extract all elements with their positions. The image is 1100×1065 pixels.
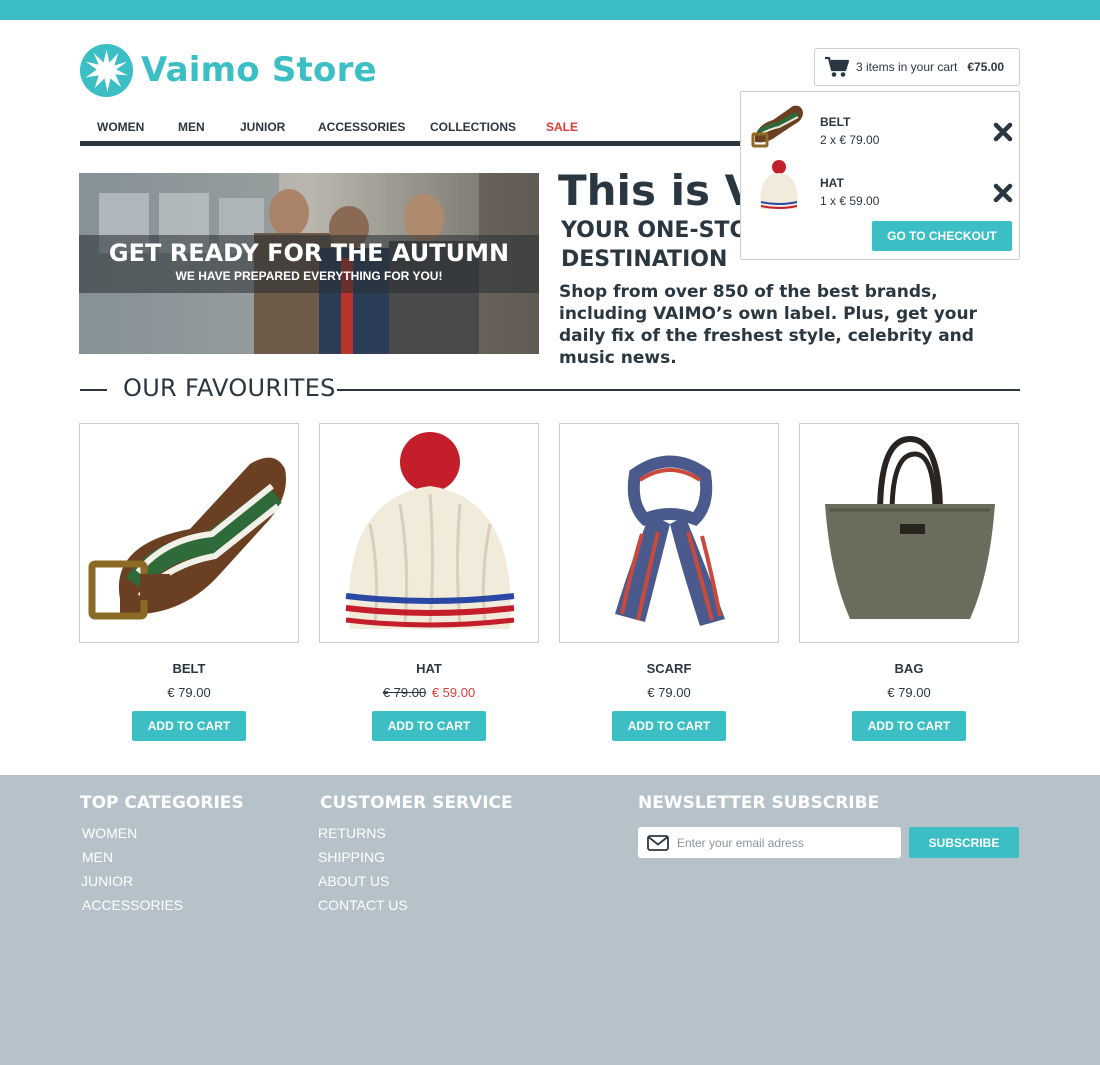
newsletter-email-field[interactable] bbox=[638, 827, 901, 858]
favourites-title: OUR FAVOURITES bbox=[123, 374, 336, 402]
newsletter-title: NEWSLETTER SUBSCRIBE bbox=[638, 793, 880, 813]
remove-item-icon[interactable] bbox=[993, 183, 1013, 203]
product-image[interactable] bbox=[799, 423, 1019, 643]
product-card: HAT € 79.00 € 59.00 ADD TO CART bbox=[319, 423, 539, 741]
nav-item-collections[interactable]: COLLECTIONS bbox=[430, 120, 516, 134]
nav-item-men[interactable]: MEN bbox=[178, 120, 205, 134]
cart-item-qty: 2 x € 79.00 bbox=[820, 133, 880, 147]
original-price: € 79.00 bbox=[382, 685, 427, 700]
belt-thumbnail bbox=[751, 105, 803, 148]
nav-item-women[interactable]: WOMEN bbox=[97, 120, 144, 134]
store-logo[interactable]: Vaimo Store bbox=[79, 42, 377, 98]
product-price: € 79.00 € 59.00 bbox=[319, 685, 539, 701]
product-card: BAG € 79.00 ADD TO CART bbox=[799, 423, 1019, 741]
nav-item-sale[interactable]: SALE bbox=[546, 120, 578, 134]
product-image[interactable] bbox=[559, 423, 779, 643]
product-price: € 79.00 bbox=[647, 685, 691, 700]
cart-total: €75.00 bbox=[967, 60, 1005, 74]
cart-summary[interactable]: 3 items in your cart €75.00 bbox=[814, 48, 1020, 86]
intro-text: Shop from over 850 of the best brands, i… bbox=[559, 282, 977, 368]
hat-image bbox=[345, 432, 515, 629]
cart-line-item: BELT 2 x € 79.00 bbox=[741, 98, 1021, 154]
cart-dropdown: BELT 2 x € 79.00 HAT 1 x € 59.00 GO TO C… bbox=[740, 91, 1020, 260]
add-to-cart-button[interactable]: ADD TO CART bbox=[852, 711, 966, 741]
product-price: € 79.00 bbox=[167, 685, 211, 700]
footer-link-accessories[interactable]: ACCESSORIES bbox=[82, 897, 183, 913]
footer-link-junior[interactable]: JUNIOR bbox=[81, 873, 133, 889]
footer-link-returns[interactable]: RETURNS bbox=[318, 825, 386, 841]
belt-image bbox=[88, 457, 286, 620]
cart-line-item: HAT 1 x € 59.00 bbox=[741, 159, 1021, 215]
site-footer: TOP CATEGORIES WOMEN MEN JUNIOR ACCESSOR… bbox=[0, 775, 1100, 1065]
product-image[interactable] bbox=[319, 423, 539, 643]
envelope-icon bbox=[647, 834, 669, 851]
top-accent-bar bbox=[0, 0, 1100, 20]
bag-image bbox=[825, 435, 995, 619]
cart-item-qty: 1 x € 59.00 bbox=[820, 194, 880, 208]
remove-item-icon[interactable] bbox=[993, 122, 1013, 142]
product-card: BELT € 79.00 ADD TO CART bbox=[79, 423, 299, 741]
scarf-image bbox=[615, 455, 725, 626]
hero-banner[interactable]: GET READY FOR THE AUTUMN WE HAVE PREPARE… bbox=[79, 173, 539, 354]
email-input[interactable] bbox=[677, 835, 897, 850]
product-image[interactable] bbox=[79, 423, 299, 643]
subscribe-button[interactable]: SUBSCRIBE bbox=[909, 827, 1019, 858]
nav-item-junior[interactable]: JUNIOR bbox=[240, 120, 285, 134]
top-categories-title: TOP CATEGORIES bbox=[80, 793, 244, 813]
sale-price: € 59.00 bbox=[431, 685, 476, 700]
footer-link-shipping[interactable]: SHIPPING bbox=[318, 849, 385, 865]
product-name[interactable]: HAT bbox=[319, 661, 539, 676]
add-to-cart-button[interactable]: ADD TO CART bbox=[132, 711, 246, 741]
cart-icon bbox=[825, 56, 849, 77]
product-name[interactable]: BELT bbox=[79, 661, 299, 676]
hat-thumbnail bbox=[760, 160, 798, 209]
product-card: SCARF € 79.00 ADD TO CART bbox=[559, 423, 779, 741]
product-name[interactable]: BAG bbox=[799, 661, 1019, 676]
footer-link-contact-us[interactable]: CONTACT US bbox=[318, 897, 408, 913]
starburst-logo-icon bbox=[79, 43, 134, 97]
cart-item-name: BELT bbox=[820, 115, 851, 129]
cart-item-name: HAT bbox=[820, 176, 844, 190]
hero-subtitle: WE HAVE PREPARED EVERYTHING FOR YOU! bbox=[175, 269, 443, 283]
footer-link-men[interactable]: MEN bbox=[82, 849, 113, 865]
nav-item-accessories[interactable]: ACCESSORIES bbox=[318, 120, 405, 134]
product-name[interactable]: SCARF bbox=[559, 661, 779, 676]
footer-link-about-us[interactable]: ABOUT US bbox=[318, 873, 389, 889]
cart-item-count: 3 items in your cart bbox=[856, 60, 958, 74]
section-divider bbox=[80, 389, 107, 391]
section-divider bbox=[337, 389, 1020, 391]
add-to-cart-button[interactable]: ADD TO CART bbox=[372, 711, 486, 741]
go-to-checkout-button[interactable]: GO TO CHECKOUT bbox=[872, 221, 1012, 251]
hero-title: GET READY FOR THE AUTUMN bbox=[108, 239, 510, 267]
product-price: € 79.00 bbox=[887, 685, 931, 700]
customer-service-title: CUSTOMER SERVICE bbox=[320, 793, 513, 813]
store-name: Vaimo Store bbox=[141, 50, 377, 90]
add-to-cart-button[interactable]: ADD TO CART bbox=[612, 711, 726, 741]
footer-link-women[interactable]: WOMEN bbox=[82, 825, 137, 841]
